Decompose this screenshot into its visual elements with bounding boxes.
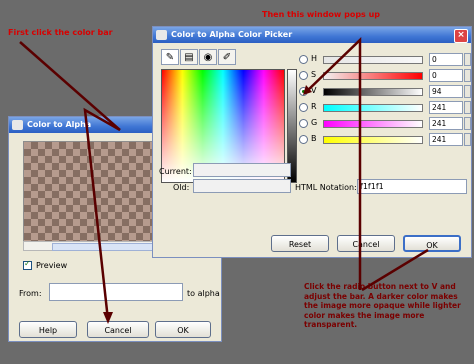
channel-v-spinner[interactable] [464,85,471,98]
channel-v-slider[interactable] [323,86,445,96]
channel-r-slider[interactable] [323,102,445,112]
cancel-button[interactable]: Cancel [337,235,395,252]
channel-g-value[interactable]: 241 [429,117,463,130]
radio-s[interactable] [299,71,308,80]
annotation-step3: Click the radio button next to V and adj… [304,282,461,329]
channel-b-spinner[interactable] [464,133,471,146]
ok-button[interactable]: OK [155,321,211,338]
channel-g-spinner[interactable] [464,117,471,130]
channel-h-value[interactable]: 0 [429,53,463,66]
wheel-selector-icon[interactable]: ◉ [199,49,217,65]
annotation-step2: Then this window pops up [262,10,381,19]
picker-titlebar[interactable]: Color to Alpha Color Picker × [153,27,471,43]
channel-v-value[interactable]: 94 [429,85,463,98]
channel-b-label: B [311,134,317,143]
channel-s-spinner[interactable] [464,69,471,82]
old-color-swatch [193,179,291,193]
watercolor-selector-icon[interactable]: ✐ [218,49,236,65]
to-alpha-label: to alpha [187,289,220,298]
preview-checkbox[interactable]: ✓ [23,259,32,270]
html-notation-input[interactable]: f1f1f1 [357,179,467,194]
app-icon [156,30,167,40]
old-label: Old: [173,183,190,192]
ok-button[interactable]: OK [403,235,461,252]
cancel-button[interactable]: Cancel [87,321,149,338]
channel-g-label: G [311,118,318,127]
from-label: From: [19,289,42,298]
radio-h[interactable] [299,55,308,64]
channel-v-label: V [311,86,317,95]
dialog-title: Color to Alpha [27,120,92,129]
html-notation-label: HTML Notation: [295,183,357,192]
channel-b-slider[interactable] [323,134,445,144]
channel-b-value[interactable]: 241 [429,133,463,146]
current-color-swatch [193,163,291,177]
radio-g[interactable] [299,119,308,128]
help-button[interactable]: Help [19,321,77,338]
radio-b[interactable] [299,135,308,144]
preview-label: Preview [36,261,68,270]
channel-s-value[interactable]: 0 [429,69,463,82]
color-picker-dialog: Color to Alpha Color Picker × ✎ ▤ ◉ ✐ H … [152,26,472,258]
channel-g-slider[interactable] [323,118,445,128]
channel-s-slider[interactable] [323,72,423,80]
channel-h-slider[interactable] [323,56,423,64]
close-icon[interactable]: × [454,29,468,43]
reset-button[interactable]: Reset [271,235,329,252]
annotation-step1: First click the color bar [8,28,113,37]
channel-r-spinner[interactable] [464,101,471,114]
current-label: Current: [159,167,192,176]
check-icon: ✓ [24,259,31,268]
channel-r-label: R [311,102,317,111]
channel-h-label: H [311,54,318,63]
gimp-selector-icon[interactable]: ✎ [161,49,179,65]
channel-h-spinner[interactable] [464,53,471,66]
radio-v[interactable] [299,87,308,96]
from-color-button[interactable] [49,283,183,301]
app-icon [12,120,23,130]
channel-s-label: S [311,70,317,79]
radio-r[interactable] [299,103,308,112]
channel-r-value[interactable]: 241 [429,101,463,114]
picker-title: Color to Alpha Color Picker [171,30,293,39]
printer-selector-icon[interactable]: ▤ [180,49,198,65]
